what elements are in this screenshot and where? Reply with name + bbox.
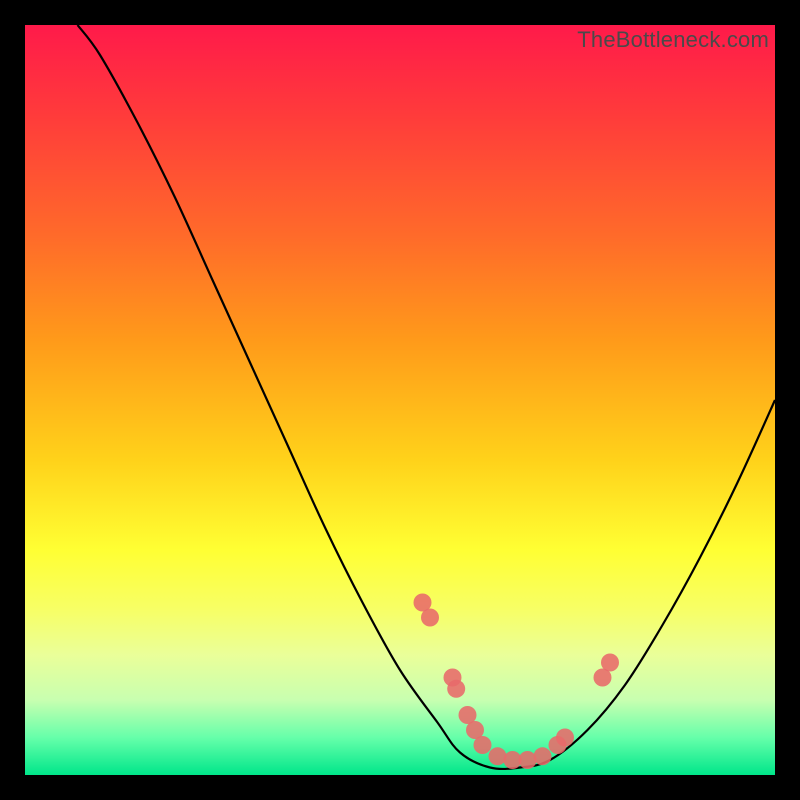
bottleneck-curve	[78, 25, 776, 769]
marker-point	[519, 751, 537, 769]
marker-point	[489, 747, 507, 765]
marker-point	[447, 680, 465, 698]
chart-frame: TheBottleneck.com	[25, 25, 775, 775]
watermark-text: TheBottleneck.com	[577, 27, 769, 53]
marker-point	[601, 654, 619, 672]
chart-svg	[25, 25, 775, 775]
marker-point	[556, 729, 574, 747]
data-markers	[414, 594, 620, 770]
marker-point	[474, 736, 492, 754]
marker-point	[421, 609, 439, 627]
marker-point	[534, 747, 552, 765]
